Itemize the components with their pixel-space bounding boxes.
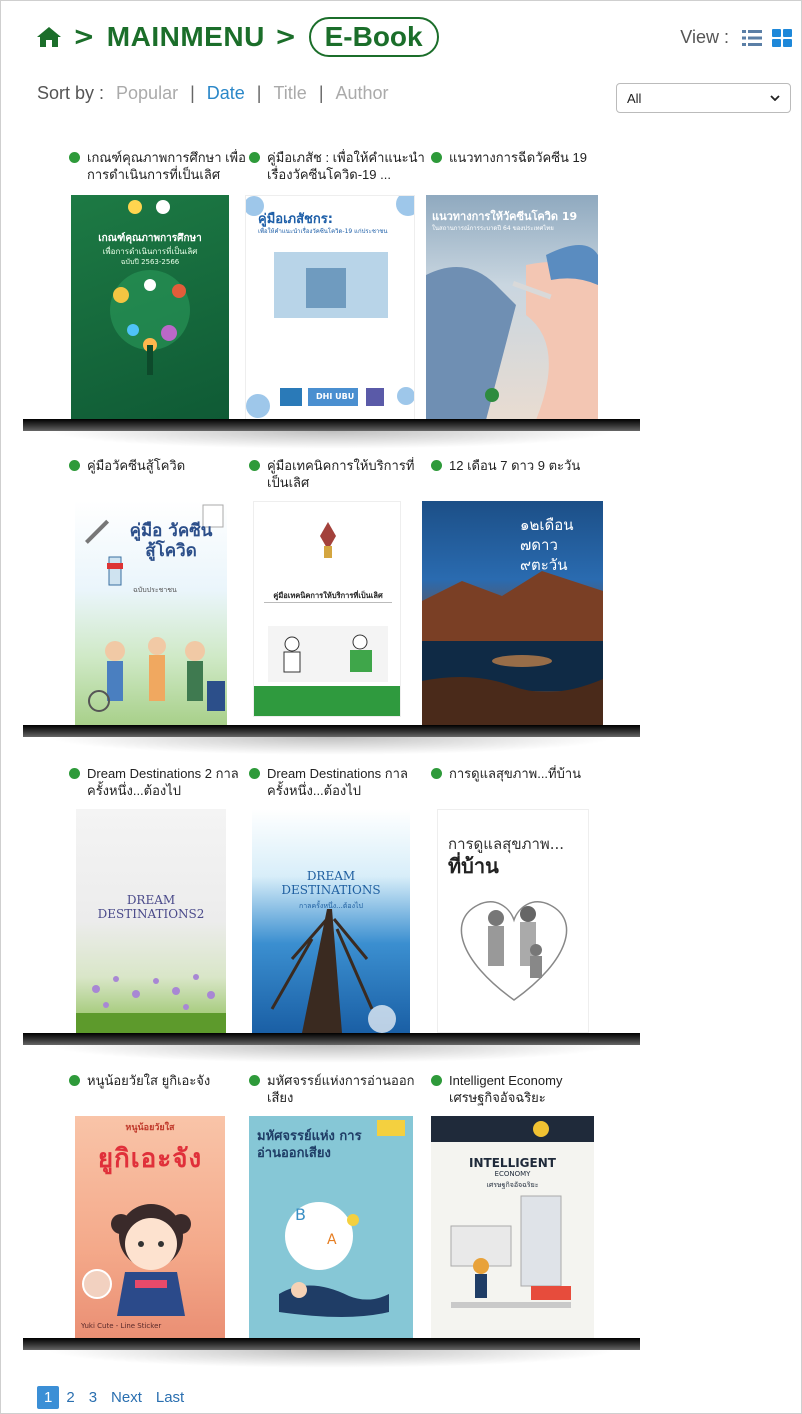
book-title[interactable]: แนวทางการฉีดวัคซีน 19 <box>429 149 609 185</box>
book-title[interactable]: คู่มือเภสัช : เพื่อให้คำแนะนำเรื่องวัคซี… <box>247 149 427 185</box>
book-title[interactable]: คู่มือวัคซีนสู้โควิด <box>67 457 247 493</box>
shelf-board <box>23 1338 640 1350</box>
book-cover[interactable]: คู่มือเภสัชกร: เพื่อให้คำแนะนำเรื่องวัคซ… <box>245 195 415 420</box>
bullet-dot <box>431 152 442 163</box>
breadcrumb-mainmenu[interactable]: MAINMENU <box>107 21 265 53</box>
view-label: View : <box>680 27 729 47</box>
bullet-dot <box>249 1075 260 1086</box>
bullet-dot <box>249 460 260 471</box>
page-1-button[interactable]: 1 <box>37 1386 60 1409</box>
book-item[interactable]: คู่มือเทคนิคการให้บริการที่เป็นเลิศ <box>247 457 427 493</box>
home-icon[interactable] <box>35 25 63 49</box>
breadcrumb: > MAINMENU > E-Book <box>35 15 439 59</box>
shelf-shadow <box>45 737 618 755</box>
book-title[interactable]: คู่มือเทคนิคการให้บริการที่เป็นเลิศ <box>247 457 427 493</box>
bullet-dot <box>431 460 442 471</box>
page-3-button[interactable]: 3 <box>82 1386 104 1409</box>
bullet-dot <box>69 460 80 471</box>
page-2-button[interactable]: 2 <box>59 1386 81 1409</box>
breadcrumb-separator: > <box>73 22 95 52</box>
svg-text:A: A <box>327 1232 337 1248</box>
cover-illustration <box>254 522 400 716</box>
view-toggle: View : <box>680 27 793 48</box>
book-item[interactable]: คู่มือวัคซีนสู้โควิด <box>67 457 247 493</box>
cover-illustration <box>76 974 226 1033</box>
sort-date[interactable]: Date <box>207 83 245 104</box>
book-cover[interactable]: หนูน้อยวัยใส ยูกิเอะจัง Yuki Cute - Line… <box>75 1116 225 1338</box>
cover-illustration <box>270 909 396 1033</box>
book-item[interactable]: Dream Destinations กาลครั้งหนึ่ง...ต้องไ… <box>247 765 427 801</box>
shelf-board <box>23 725 640 737</box>
book-cover[interactable]: แนวทางการให้วัคซีนโควิด 19 ในสถานการณ์กา… <box>426 195 598 420</box>
sort-author[interactable]: Author <box>336 83 389 104</box>
sort-divider: | <box>256 83 262 103</box>
book-item[interactable]: เกณฑ์คุณภาพการศึกษา เพื่อการดำเนินการที่… <box>67 149 247 185</box>
book-cover[interactable]: ๑๒เดือน ๗ดาว ๙ตะวัน <box>422 501 603 725</box>
chevron-down-icon <box>770 95 780 101</box>
book-cover[interactable]: DREAM DESTINATIONS กาลครั้งหนึ่ง...ต้องไ… <box>252 809 410 1033</box>
book-cover[interactable]: INTELLIGENT ECONOMY เศรษฐกิจอัจฉริยะ <box>431 1116 594 1338</box>
bullet-dot <box>431 1075 442 1086</box>
book-title[interactable]: หนูน้อยวัยใส ยูกิเอะจัง <box>67 1072 247 1108</box>
shelf-shadow <box>45 1350 618 1368</box>
book-item[interactable]: 12 เดือน 7 ดาว 9 ตะวัน <box>429 457 609 493</box>
svg-text:B: B <box>295 1205 306 1224</box>
book-title[interactable]: Dream Destinations 2 กาลครั้งหนึ่ง...ต้อ… <box>67 765 247 801</box>
bullet-dot <box>69 768 80 779</box>
book-item[interactable]: คู่มือเภสัช : เพื่อให้คำแนะนำเรื่องวัคซี… <box>247 149 427 185</box>
next-page-button[interactable]: Next <box>104 1386 149 1409</box>
cover-illustration <box>431 1116 594 1308</box>
last-page-button[interactable]: Last <box>149 1386 191 1409</box>
book-item[interactable]: Intelligent Economy เศรษฐกิจอัจฉริยะ <box>429 1072 609 1108</box>
book-item[interactable]: หนูน้อยวัยใส ยูกิเอะจัง <box>67 1072 247 1108</box>
sort-popular[interactable]: Popular <box>116 83 178 104</box>
filter-value: All <box>627 90 642 106</box>
bullet-dot <box>69 152 80 163</box>
bullet-dot <box>249 152 260 163</box>
category-filter-select[interactable]: All <box>616 83 791 113</box>
bullet-dot <box>431 768 442 779</box>
book-cover[interactable]: B A มหัศจรรย์แห่ง การอ่านออกเสียง <box>249 1116 413 1338</box>
book-title[interactable]: มหัศจรรย์แห่งการอ่านออกเสียง <box>247 1072 427 1108</box>
breadcrumb-current: E-Book <box>308 17 439 57</box>
book-cover[interactable]: DREAM DESTINATIONS2 <box>76 809 226 1033</box>
shelf-shadow <box>45 1045 618 1063</box>
breadcrumb-separator: > <box>274 22 297 52</box>
book-title[interactable]: การดูแลสุขภาพ...ที่บ้าน <box>429 765 609 801</box>
list-view-icon[interactable] <box>741 28 763 48</box>
sort-divider: | <box>190 83 195 103</box>
bullet-dot <box>249 768 260 779</box>
book-item[interactable]: การดูแลสุขภาพ...ที่บ้าน <box>429 765 609 801</box>
book-item[interactable]: แนวทางการฉีดวัคซีน 19 <box>429 149 609 185</box>
book-cover[interactable]: เกณฑ์คุณภาพการศึกษา เพื่อการดำเนินการที่… <box>71 195 229 420</box>
shelf-board <box>23 1033 640 1045</box>
sort-title[interactable]: Title <box>273 83 306 104</box>
grid-view-icon[interactable] <box>771 28 793 48</box>
shelf-board <box>23 419 640 431</box>
sort-divider: | <box>318 83 324 103</box>
sort-bar: Sort by : Popular | Date | Title | Autho… <box>37 83 389 104</box>
cover-illustration <box>110 200 190 375</box>
book-item[interactable]: Dream Destinations 2 กาลครั้งหนึ่ง...ต้อ… <box>67 765 247 801</box>
page-frame: > MAINMENU > E-Book View : Sort by : Pop… <box>0 0 802 1414</box>
book-cover[interactable]: การดูแลสุขภาพ... ที่บ้าน <box>437 809 589 1033</box>
book-cover[interactable]: คู่มือเทคนิคการให้บริการที่เป็นเลิศ <box>253 501 401 717</box>
book-title[interactable]: Dream Destinations กาลครั้งหนึ่ง...ต้องไ… <box>247 765 427 801</box>
bullet-dot <box>69 1075 80 1086</box>
book-title[interactable]: 12 เดือน 7 ดาว 9 ตะวัน <box>429 457 609 493</box>
pagination: 1 2 3 Next Last <box>37 1386 191 1409</box>
book-item[interactable]: มหัศจรรย์แห่งการอ่านออกเสียง <box>247 1072 427 1108</box>
book-title[interactable]: Intelligent Economy เศรษฐกิจอัจฉริยะ <box>429 1072 609 1108</box>
sort-label: Sort by : <box>37 83 105 103</box>
book-title[interactable]: เกณฑ์คุณภาพการศึกษา เพื่อการดำเนินการที่… <box>67 149 247 185</box>
shelf-shadow <box>45 431 618 449</box>
book-cover[interactable]: คู่มือ วัคซีน สู้โควิด ฉบับประชาชน <box>75 501 227 725</box>
